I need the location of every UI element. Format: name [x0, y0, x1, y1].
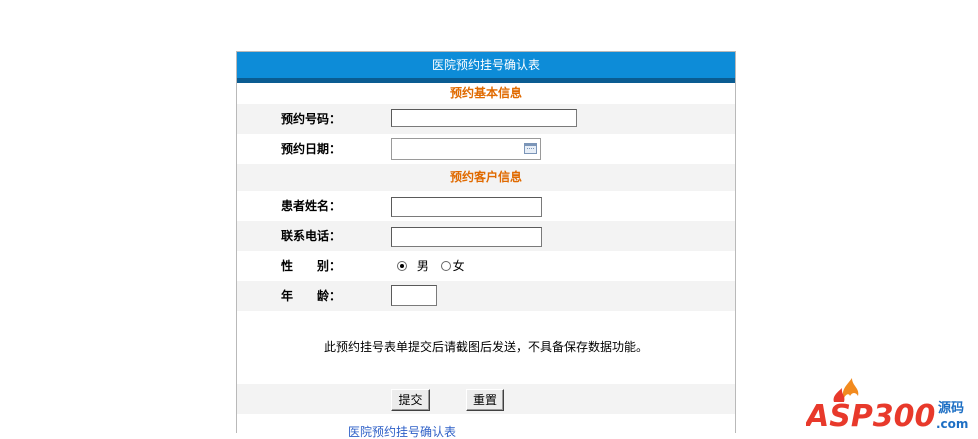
- appointment-number-input[interactable]: [391, 109, 577, 127]
- notice-text: 此预约挂号表单提交后请截图后发送，不具备保存数据功能。: [323, 340, 648, 354]
- age-label: 年 龄：: [281, 289, 342, 303]
- logo-side-text: 源码: [938, 400, 964, 416]
- section-customer-info: 预约客户信息: [237, 164, 735, 191]
- phone-label: 联系电话：: [281, 229, 342, 243]
- gender-female-radio[interactable]: [440, 261, 451, 271]
- appointment-number-label: 预约号码：: [281, 112, 342, 126]
- gender-male-radio[interactable]: [397, 261, 407, 271]
- appointment-date-input[interactable]: [391, 138, 541, 160]
- gender-label: 性 别：: [281, 259, 342, 273]
- age-input[interactable]: [391, 285, 437, 306]
- calendar-icon[interactable]: [524, 143, 537, 154]
- row-appointment-date: 预约日期：: [237, 134, 735, 164]
- section-basic-info: 预约基本信息: [449, 86, 522, 100]
- patient-name-input[interactable]: [391, 197, 542, 217]
- gender-female-label: 女: [452, 259, 465, 273]
- row-appointment-number: 预约号码：: [237, 104, 735, 134]
- row-gender: 性 别： 男 女: [237, 251, 735, 281]
- submit-button[interactable]: 提交: [391, 389, 430, 411]
- form-title: 医院预约挂号确认表: [237, 52, 735, 78]
- row-patient-name: 患者姓名：: [237, 191, 735, 221]
- footer-link[interactable]: 医院预约挂号确认表: [348, 426, 456, 438]
- button-row: 提交 重置: [237, 384, 735, 414]
- reset-button[interactable]: 重置: [466, 389, 504, 411]
- appointment-date-label: 预约日期：: [281, 142, 342, 156]
- gender-radio-group: 男 女: [397, 251, 465, 281]
- patient-name-label: 患者姓名：: [281, 199, 342, 213]
- row-phone: 联系电话：: [237, 221, 735, 251]
- appointment-form: 医院预约挂号确认表 预约基本信息 预约号码： 预约日期： 预约客户信息 患者姓名…: [236, 51, 736, 433]
- logo-domain-text: .com: [936, 417, 968, 431]
- gender-male-label: 男: [416, 259, 429, 273]
- phone-input[interactable]: [391, 227, 542, 247]
- asp300-logo: ASP300 源码 .com: [806, 378, 968, 432]
- logo-main-text: ASP300: [806, 399, 935, 432]
- row-age: 年 龄：: [237, 281, 735, 311]
